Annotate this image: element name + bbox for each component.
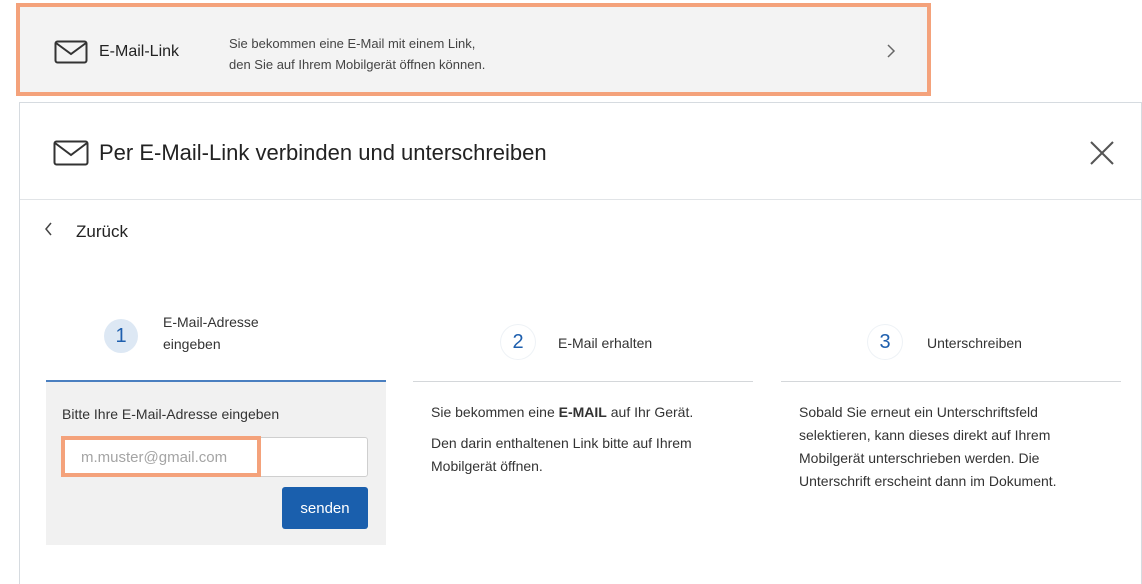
step-1-panel: Bitte Ihre E-Mail-Adresse eingeben sende…	[46, 382, 386, 545]
option-description-line2: den Sie auf Ihrem Mobilgerät öffnen könn…	[229, 57, 486, 72]
step-3-title: Unterschreiben	[927, 335, 1022, 351]
step-1-title: E-Mail-Adresse eingeben	[163, 311, 259, 355]
step-2-para1-bold: E-MAIL	[558, 404, 607, 420]
email-field-wrapper	[62, 437, 368, 477]
step-3: 3 Unterschreiben Sobald Sie erneut ein U…	[781, 298, 1121, 501]
close-icon[interactable]	[1089, 140, 1115, 171]
step-2-para2: Den darin enthaltenen Link bitte auf Ihr…	[431, 435, 692, 474]
option-description-line1: Sie bekommen eine E-Mail mit einem Link,	[229, 36, 476, 51]
email-prompt: Bitte Ihre E-Mail-Adresse eingeben	[62, 406, 280, 422]
step-3-number: 3	[868, 325, 902, 359]
step-2-body: Sie bekommen eine E-MAIL auf Ihr Gerät. …	[413, 382, 753, 478]
step-3-para1: Sobald Sie erneut ein Unterschriftsfeld …	[799, 404, 1057, 489]
envelope-icon	[53, 140, 89, 171]
step-2-title: E-Mail erhalten	[558, 335, 653, 351]
step-1-number: 1	[104, 319, 138, 353]
step-3-header: 3 Unterschreiben	[781, 298, 1121, 382]
dialog-title: Per E-Mail-Link verbinden und unterschre…	[99, 140, 547, 165]
step-2-para1-prefix: Sie bekommen eine	[431, 404, 559, 420]
step-2-para1: Sie bekommen eine E-MAIL auf Ihr Gerät.	[431, 401, 753, 424]
email-link-option[interactable]: E-Mail-Link Sie bekommen eine E-Mail mit…	[16, 3, 931, 96]
dialog-header: Per E-Mail-Link verbinden und unterschre…	[20, 103, 1141, 200]
step-2-para1-suffix: auf Ihr Gerät.	[606, 404, 694, 420]
email-link-dialog: Per E-Mail-Link verbinden und unterschre…	[19, 102, 1142, 584]
step-1: 1 E-Mail-Adresse eingeben Bitte Ihre E-M…	[46, 298, 386, 545]
step-2: 2 E-Mail erhalten Sie bekommen eine E-MA…	[413, 298, 753, 486]
step-3-body: Sobald Sie erneut ein Unterschriftsfeld …	[781, 382, 1121, 493]
back-button[interactable]: Zurück	[44, 221, 128, 242]
email-field[interactable]	[63, 438, 367, 476]
chevron-right-icon[interactable]	[886, 43, 896, 64]
option-description: Sie bekommen eine E-Mail mit einem Link,…	[229, 33, 485, 75]
step-1-title-line2: eingeben	[163, 336, 221, 352]
send-button[interactable]: senden	[282, 487, 368, 529]
envelope-icon	[54, 40, 88, 69]
option-title: E-Mail-Link	[99, 43, 180, 60]
back-label: Zurück	[76, 221, 128, 241]
chevron-left-icon	[44, 221, 53, 242]
step-2-number: 2	[501, 325, 535, 359]
step-2-header: 2 E-Mail erhalten	[413, 298, 753, 382]
step-1-title-line1: E-Mail-Adresse	[163, 314, 259, 330]
step-1-header: 1 E-Mail-Adresse eingeben	[46, 298, 386, 382]
